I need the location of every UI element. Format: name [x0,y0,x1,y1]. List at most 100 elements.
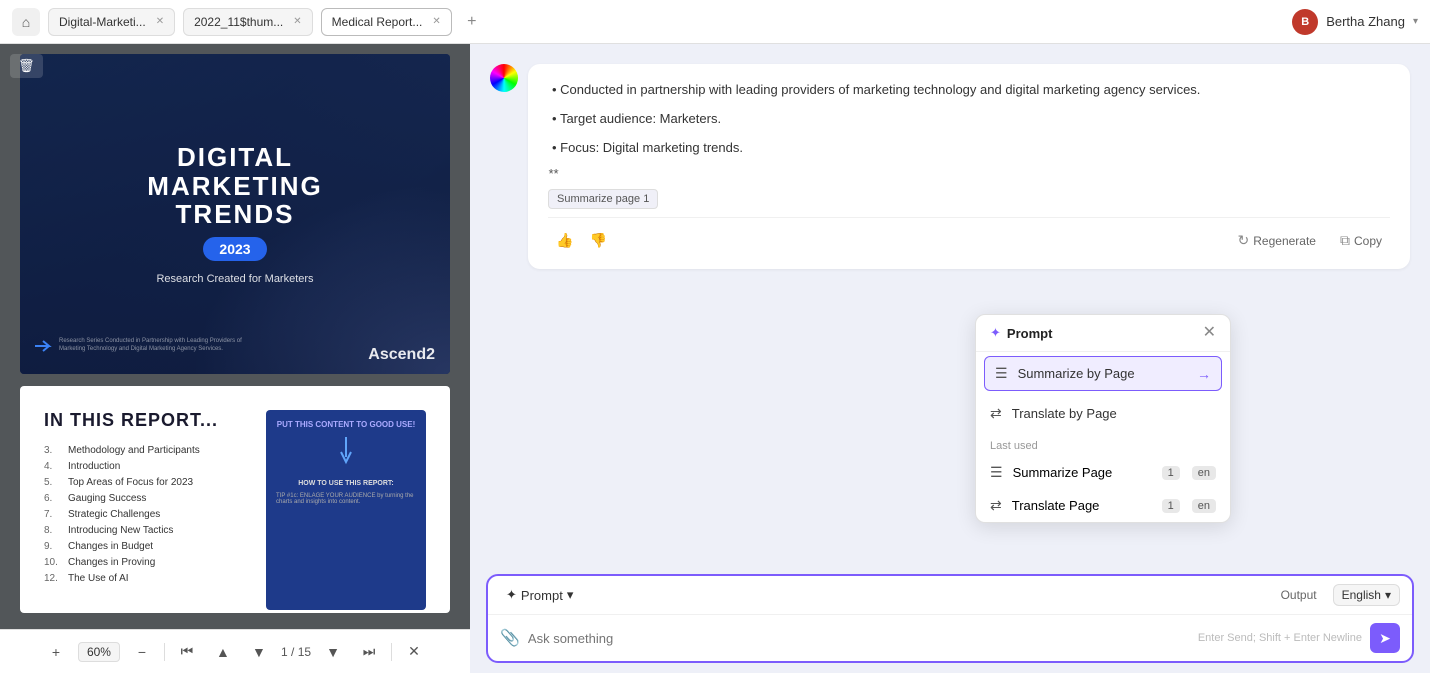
pdf-small-text: Research Series Conducted in Partnership… [59,338,259,354]
prompt-dropdown-header: ✦ Prompt ✕ [976,315,1230,352]
top-bar: ⌂ Digital-Marketi... ✕ 2022_11$thum... ✕… [0,0,1430,44]
input-container: ✦ Prompt ▾ Output English ▾ 📎 Enter Send… [486,574,1414,663]
toc-item-8: 8. Introducing New Tactics [44,525,254,536]
message-tag: Summarize page 1 [548,189,658,209]
nav-first-button[interactable]: ⏮ [173,638,201,666]
pdf-page-1: DIGITAL MARKETING TRENDS 2023 Research C… [20,54,450,374]
copy-icon: ⧉ [1340,232,1350,249]
language-chevron-icon: ▾ [1385,588,1391,602]
copy-button[interactable]: ⧉ Copy [1332,228,1390,253]
sparkle-icon: ✦ [990,325,1001,341]
right-panel: Conducted in partnership with leading pr… [470,44,1430,673]
regenerate-label: Regenerate [1253,234,1316,248]
user-name: Bertha Zhang [1326,14,1405,29]
zoom-out-button[interactable]: − [128,638,156,666]
regenerate-button[interactable]: ↻ Regenerate [1230,228,1324,253]
message-bullet-2: Target audience: Marketers. [548,109,1390,130]
toc-sidebar-label: PUT THIS CONTENT TO GOOD USE! [276,420,416,429]
pdf-arrow-logo: Research Series Conducted in Partnership… [35,338,259,354]
pdf-year-badge: 2023 [203,237,266,261]
action-right-group: ↻ Regenerate ⧉ Copy [1230,228,1390,253]
summarize-page-label: Summarize Page [1013,465,1148,480]
pdf-toc-sidebar: PUT THIS CONTENT TO GOOD USE! HOW TO USE… [266,410,426,610]
avatar: B [1292,9,1318,35]
tab-label: Digital-Marketi... [59,15,146,29]
chevron-down-icon[interactable]: ▾ [1413,16,1418,27]
nav-next-button[interactable]: ▼ [245,638,273,666]
zoom-in-button[interactable]: + [42,638,70,666]
toc-num: 6. [44,493,60,504]
toc-label: Introduction [68,461,120,472]
attach-button[interactable]: 📎 [500,628,520,648]
toc-item-7: 7. Strategic Challenges [44,509,254,520]
toc-label: Introducing New Tactics [68,525,173,536]
chat-message-row: Conducted in partnership with leading pr… [490,64,1410,281]
summarize-page-badge-lang: en [1192,466,1216,480]
toc-label: Methodology and Participants [68,445,200,456]
pdf-title-line2: MARKETING [147,172,322,201]
tab-medical-report[interactable]: Medical Report... ✕ [321,8,452,36]
add-tab-button[interactable]: + [460,10,484,34]
prompt-last-summarize-page[interactable]: ☰ Summarize Page 1 en [976,456,1230,489]
prompt-item-summarize-by-page[interactable]: ☰ Summarize by Page → [984,356,1222,391]
output-label: Output [1281,588,1317,602]
toc-label: Top Areas of Focus for 2023 [68,477,193,488]
translate-icon: ⇄ [990,405,1002,422]
tab-label: 2022_11$thum... [194,15,283,29]
pdf-delete-button[interactable]: 🗑 [10,54,43,78]
summarize-page-badge-num: 1 [1162,466,1180,480]
tab-close-icon[interactable]: ✕ [293,16,301,27]
message-bubble: Conducted in partnership with leading pr… [528,64,1410,269]
pdf-title-line3: TRENDS [147,200,322,229]
toc-num: 10. [44,557,60,568]
summarize-icon: ☰ [995,365,1008,382]
page-current: 1 [281,645,288,659]
prompt-toggle-button[interactable]: ✦ Prompt ▾ [500,585,579,605]
pdf-subtitle: Research Created for Marketers [147,273,322,285]
prompt-close-button[interactable]: ✕ [1203,325,1216,341]
pdf-ascend-logo: Ascend2 [368,346,435,364]
toc-item-10: 10. Changes in Proving [44,557,254,568]
close-pdf-button[interactable]: ✕ [400,638,428,666]
tab-close-icon[interactable]: ✕ [156,16,164,27]
thumbup-button[interactable]: 👍 [548,228,581,253]
toc-num: 7. [44,509,60,520]
pdf-toolbar: + 60% − ⏮ ▲ ▼ 1 / 15 ▼ ⏭ ✕ [0,629,470,673]
chat-input[interactable] [528,631,1190,646]
language-select[interactable]: English ▾ [1333,584,1400,606]
prompt-item-translate-by-page[interactable]: ⇄ Translate by Page [976,395,1230,432]
page-total: 15 [298,645,311,659]
thumbdown-button[interactable]: 👎 [581,228,614,253]
copy-label: Copy [1354,234,1382,248]
message-italic: ** [548,166,1390,181]
input-top-bar: ✦ Prompt ▾ Output English ▾ [488,576,1412,615]
tab-2022-thumb[interactable]: 2022_11$thum... ✕ [183,8,313,36]
chat-content: Conducted in partnership with leading pr… [470,44,1430,564]
translate-page-icon: ⇄ [990,497,1002,514]
home-button[interactable]: ⌂ [12,8,40,36]
toc-label: Changes in Proving [68,557,155,568]
prompt-last-translate-page[interactable]: ⇄ Translate Page 1 en [976,489,1230,522]
regenerate-icon: ↻ [1238,232,1250,249]
pdf-title-line1: DIGITAL [147,143,322,172]
tab-close-icon[interactable]: ✕ [432,16,440,27]
toolbar-divider [164,643,165,661]
nav-prev-button[interactable]: ▲ [209,638,237,666]
pdf-toc-content: PUT THIS CONTENT TO GOOD USE! HOW TO USE… [20,386,450,613]
toc-sidebar-text: TIP #1c: ENLAGE YOUR AUDIENCE by turning… [276,493,416,505]
toc-num: 3. [44,445,60,456]
pdf-pages[interactable]: DIGITAL MARKETING TRENDS 2023 Research C… [0,44,470,629]
nav-down-button[interactable]: ▼ [319,638,347,666]
tab-digital-marketing[interactable]: Digital-Marketi... ✕ [48,8,175,36]
toc-item-4: 4. Introduction [44,461,254,472]
main-layout: 🗑 DIGITAL MARKETING TRENDS 2023 Research… [0,44,1430,673]
nav-end-button[interactable]: ⏭ [355,638,383,666]
send-button[interactable]: ➤ [1370,623,1400,653]
language-value: English [1342,588,1381,602]
last-used-section: Last used [976,432,1230,456]
toc-label: Changes in Budget [68,541,153,552]
input-hint: Enter Send; Shift + Enter Newline [1198,632,1362,644]
tab-label: Medical Report... [332,15,423,29]
translate-page-label: Translate Page [1012,498,1148,513]
input-main: 📎 Enter Send; Shift + Enter Newline ➤ [488,615,1412,661]
